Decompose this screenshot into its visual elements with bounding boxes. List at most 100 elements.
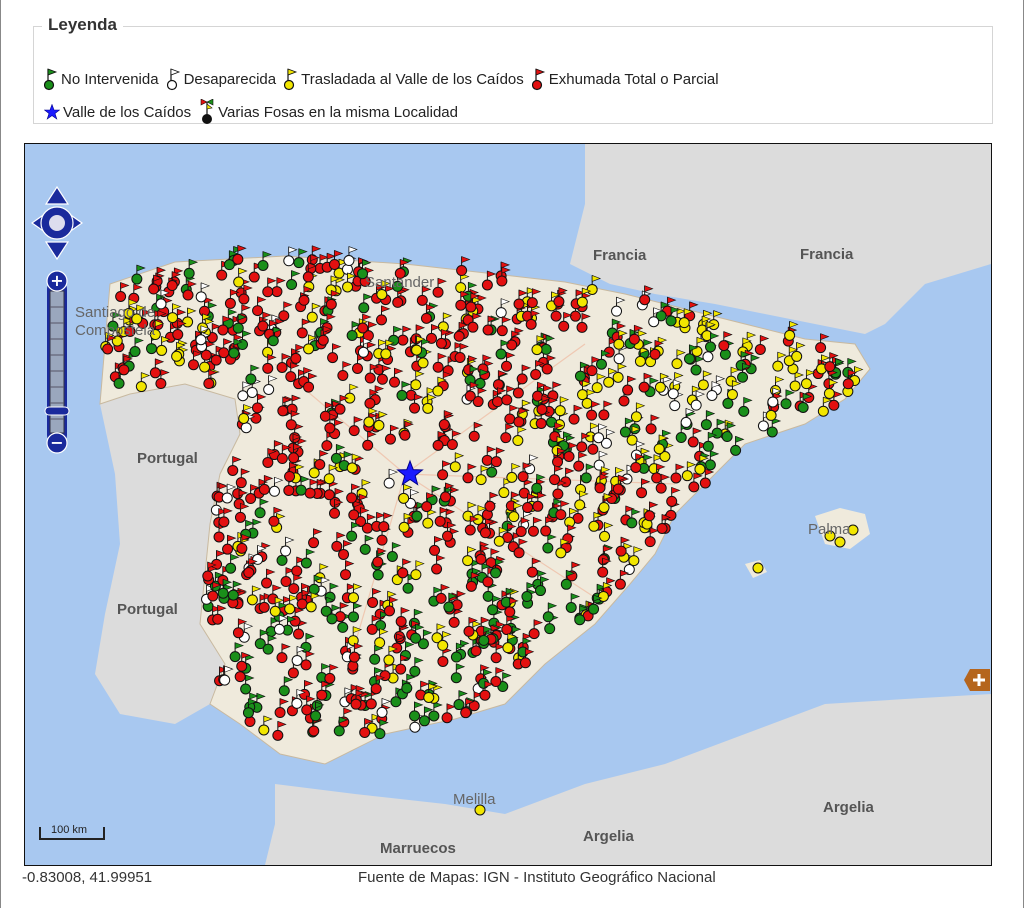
grave-pin[interactable] [274, 698, 289, 719]
grave-pin[interactable] [450, 663, 466, 684]
grave-pin[interactable] [258, 715, 273, 736]
grave-pin[interactable] [670, 463, 685, 484]
grave-pin[interactable] [595, 349, 611, 370]
grave-pin[interactable] [276, 643, 291, 664]
grave-pin[interactable] [784, 320, 799, 341]
grave-pin[interactable] [331, 531, 346, 552]
grave-pin[interactable] [527, 516, 543, 537]
grave-pin[interactable] [300, 650, 315, 671]
grave-pin[interactable] [369, 644, 384, 665]
grave-pin[interactable] [702, 431, 718, 452]
grave-pin[interactable] [435, 583, 451, 604]
grave-pin[interactable] [115, 282, 130, 302]
grave-pin[interactable] [348, 416, 364, 437]
grave-pin[interactable] [718, 331, 733, 352]
grave-pin[interactable] [347, 626, 363, 647]
grave-pin[interactable] [298, 285, 313, 306]
grave-pin[interactable] [752, 562, 764, 574]
grave-pin[interactable] [293, 248, 308, 269]
grave-pin[interactable] [308, 528, 323, 549]
grave-pin[interactable] [528, 619, 543, 640]
grave-pin[interactable] [490, 447, 506, 468]
grave-pin[interactable] [229, 642, 244, 663]
grave-pin[interactable] [456, 256, 471, 277]
grave-pin[interactable] [512, 426, 527, 447]
grave-pin[interactable] [568, 404, 583, 425]
grave-pin[interactable] [496, 266, 511, 287]
grave-pin[interactable] [431, 554, 446, 575]
grave-pin[interactable] [303, 372, 318, 393]
grave-pin[interactable] [690, 390, 706, 411]
grave-pin[interactable] [298, 679, 314, 700]
grave-pin[interactable] [358, 293, 373, 314]
grave-pin[interactable] [344, 383, 359, 404]
grave-pin[interactable] [697, 370, 713, 391]
grave-pin[interactable] [446, 430, 462, 451]
grave-pin[interactable] [257, 251, 272, 271]
map-viewport[interactable]: Francia Francia Portugal Portugal Santia… [24, 143, 992, 866]
grave-pin[interactable] [612, 362, 627, 383]
grave-pin[interactable] [290, 343, 305, 364]
grave-pin[interactable] [409, 656, 424, 677]
grave-pin[interactable] [343, 246, 358, 267]
grave-pin[interactable] [422, 508, 437, 529]
grave-pin[interactable] [347, 602, 363, 623]
grave-pin[interactable] [496, 316, 512, 337]
grave-pin[interactable] [531, 473, 546, 494]
grave-pin[interactable] [262, 634, 277, 655]
grave-pin[interactable] [254, 498, 269, 519]
grave-pin[interactable] [611, 296, 626, 317]
grave-pin[interactable] [462, 463, 477, 484]
grave-pin[interactable] [374, 719, 389, 740]
grave-pin[interactable] [573, 451, 588, 472]
grave-pin[interactable] [224, 288, 240, 309]
grave-pin[interactable] [700, 410, 716, 431]
grave-pin[interactable] [235, 468, 251, 489]
grave-pin[interactable] [395, 654, 410, 675]
grave-pin[interactable] [429, 535, 444, 556]
grave-pin[interactable] [384, 424, 400, 445]
grave-pin[interactable] [389, 367, 404, 388]
grave-pin[interactable] [791, 341, 806, 362]
grave-pin[interactable] [738, 396, 753, 417]
grave-pin[interactable] [495, 298, 511, 319]
grave-pin[interactable] [516, 364, 532, 385]
grave-pin[interactable] [410, 370, 425, 391]
grave-pin[interactable] [468, 421, 484, 442]
grave-pin[interactable] [432, 277, 447, 298]
grave-pin[interactable] [513, 538, 528, 559]
valle-de-los-caidos-star-icon[interactable] [396, 459, 424, 486]
grave-pin[interactable] [484, 491, 499, 512]
grave-pin[interactable] [238, 404, 253, 424]
grave-pin[interactable] [501, 385, 516, 406]
grave-pin[interactable] [362, 430, 377, 451]
grave-pin[interactable] [553, 287, 568, 308]
grave-pin[interactable] [428, 701, 443, 722]
grave-pin[interactable] [383, 645, 398, 666]
grave-pin[interactable] [815, 333, 830, 354]
grave-pin[interactable] [437, 460, 452, 481]
grave-pin[interactable] [593, 450, 609, 471]
grave-pin[interactable] [376, 305, 391, 326]
grave-pin[interactable] [455, 273, 470, 294]
grave-pin[interactable] [542, 533, 557, 554]
grave-pin[interactable] [540, 516, 555, 537]
grave-pin[interactable] [639, 285, 654, 306]
grave-pin[interactable] [367, 588, 382, 608]
grave-pin[interactable] [730, 435, 745, 456]
grave-pin[interactable] [530, 360, 545, 380]
grave-pin[interactable] [280, 536, 295, 557]
grave-pin[interactable] [182, 280, 197, 301]
grave-pin[interactable] [323, 464, 339, 485]
grave-pin[interactable] [233, 267, 248, 288]
grave-pin[interactable] [481, 270, 497, 291]
grave-pin[interactable] [300, 548, 316, 569]
grave-pin[interactable] [626, 508, 641, 529]
grave-pin[interactable] [834, 536, 846, 548]
zoom-control[interactable]: + − [41, 269, 73, 455]
grave-pin[interactable] [506, 462, 521, 483]
grave-pin[interactable] [614, 569, 630, 590]
grave-pin[interactable] [704, 450, 720, 471]
grave-pin[interactable] [263, 375, 278, 396]
grave-pin[interactable] [327, 343, 342, 364]
